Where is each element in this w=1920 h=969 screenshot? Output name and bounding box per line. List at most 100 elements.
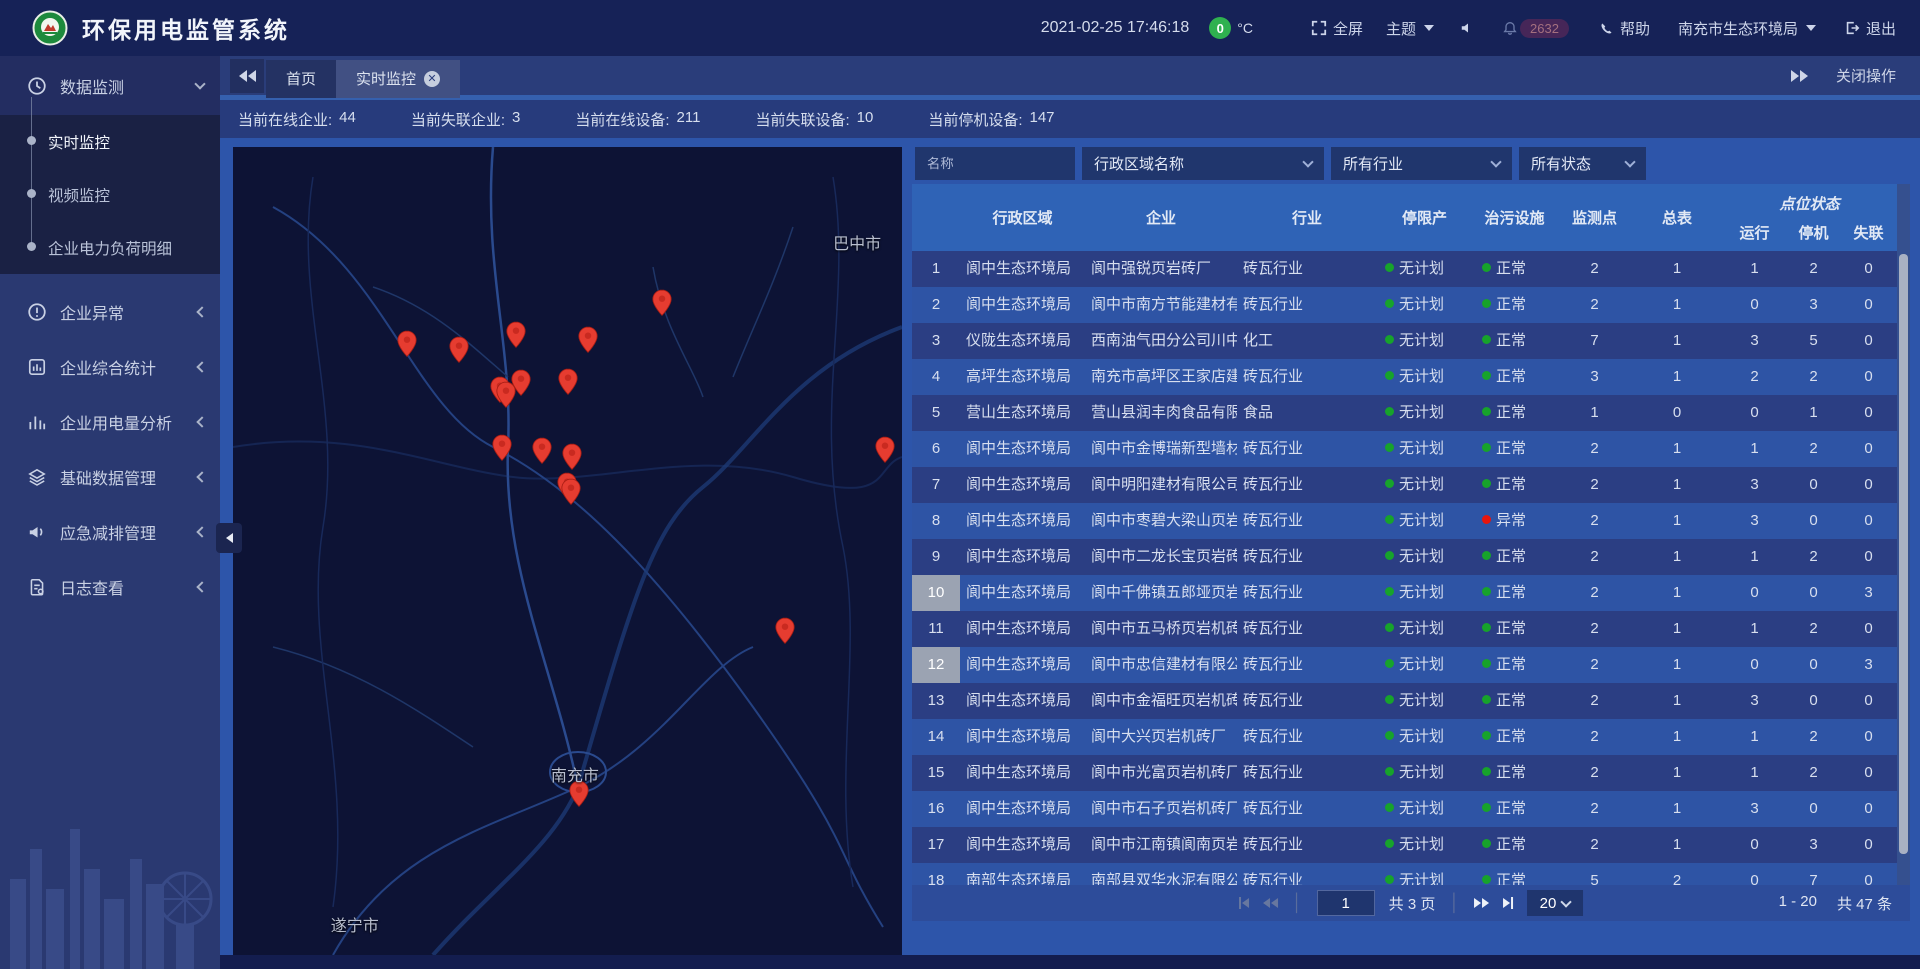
table-row[interactable]: 15 阆中生态环境局 阆中市光富页岩机砖厂 砖瓦行业 无计划 正常 2 1 1 …	[912, 755, 1897, 791]
cell-industry: 砖瓦行业	[1237, 683, 1377, 719]
layers-icon	[27, 467, 47, 487]
sidebar-item-data-monitor[interactable]: 数据监测	[0, 56, 220, 115]
map-pin[interactable]	[491, 434, 513, 462]
cell-lost-count: 3	[1840, 647, 1897, 683]
table-row[interactable]: 18 南部生态环境局 南部县双华水泥有限公 砖瓦行业 无计划 正常 5 2 0 …	[912, 863, 1897, 885]
table-row[interactable]: 11 阆中生态环境局 阆中市五马桥页岩机砖 砖瓦行业 无计划 正常 2 1 1 …	[912, 611, 1897, 647]
table-row[interactable]: 2 阆中生态环境局 阆中市南方节能建材有 砖瓦行业 无计划 正常 2 1 0 3…	[912, 287, 1897, 323]
bar-chart-icon	[27, 412, 47, 432]
cell-meter-count: 1	[1632, 431, 1722, 467]
table-row[interactable]: 17 阆中生态环境局 阆中市江南镇阆南页岩 砖瓦行业 无计划 正常 2 1 0 …	[912, 827, 1897, 863]
cell-facility-status: 正常	[1472, 395, 1557, 431]
table-row[interactable]: 3 仪陇生态环境局 西南油气田分公司川中 化工 无计划 正常 7 1 3 5 0	[912, 323, 1897, 359]
map-pin[interactable]	[557, 368, 579, 396]
table-row[interactable]: 16 阆中生态环境局 阆中市石子页岩机砖厂 砖瓦行业 无计划 正常 2 1 3 …	[912, 791, 1897, 827]
sidebar-item-video-monitor[interactable]: 视频监控	[0, 168, 220, 221]
cell-monitor-count: 2	[1557, 575, 1632, 611]
stat-value: 147	[1030, 109, 1055, 130]
cell-company: 阆中市忠信建材有限公	[1085, 647, 1237, 683]
sidebar-item-base-data[interactable]: 基础数据管理	[0, 449, 220, 504]
cell-company: 阆中市五马桥页岩机砖	[1085, 611, 1237, 647]
map-collapse-button[interactable]	[216, 523, 242, 553]
sidebar-item-power-analysis[interactable]: 企业用电量分析	[0, 394, 220, 449]
cell-facility-status: 正常	[1472, 791, 1557, 827]
notifications[interactable]: 2632	[1502, 19, 1569, 38]
cell-industry: 砖瓦行业	[1237, 539, 1377, 575]
cell-monitor-count: 7	[1557, 323, 1632, 359]
row-index: 1	[912, 251, 960, 287]
sidebar-item-power-load-detail[interactable]: 企业电力负荷明细	[0, 221, 220, 274]
theme-dropdown[interactable]: 主题	[1386, 18, 1434, 39]
help-button[interactable]: 帮助	[1599, 18, 1650, 39]
sidebar-item-enterprise-abnormal[interactable]: 企业异常	[0, 284, 220, 339]
table-row[interactable]: 13 阆中生态环境局 阆中市金福旺页岩机砖 砖瓦行业 无计划 正常 2 1 3 …	[912, 683, 1897, 719]
stat-item: 当前在线企业:44	[238, 109, 356, 130]
prev-page-icon	[1271, 898, 1278, 908]
map-pin[interactable]	[561, 443, 583, 471]
close-icon[interactable]: ✕	[424, 71, 440, 87]
cell-region: 阆中生态环境局	[960, 719, 1085, 755]
map-pin[interactable]	[510, 369, 532, 397]
prev-page-button[interactable]	[1263, 898, 1278, 908]
cell-company: 阆中市南方节能建材有	[1085, 287, 1237, 323]
row-index: 17	[912, 827, 960, 863]
map-canvas[interactable]: 巴中市南充市遂宁市	[233, 147, 902, 955]
logout-button[interactable]: 退出	[1844, 18, 1896, 39]
name-filter-input[interactable]	[915, 147, 1075, 180]
temperature-badge: 0	[1209, 17, 1231, 39]
col-header-index	[912, 184, 960, 251]
close-operations-button[interactable]: 关闭操作	[1836, 65, 1896, 86]
map-pin[interactable]	[560, 478, 582, 506]
next-page-button[interactable]	[1474, 898, 1489, 908]
cell-monitor-count: 2	[1557, 467, 1632, 503]
map-pin[interactable]	[505, 321, 527, 349]
industry-filter-select[interactable]: 所有行业	[1331, 147, 1512, 180]
first-page-button[interactable]	[1239, 897, 1249, 909]
map-pin[interactable]	[774, 617, 796, 645]
table-row[interactable]: 8 阆中生态环境局 阆中市枣碧大梁山页岩 砖瓦行业 无计划 异常 2 1 3 0…	[912, 503, 1897, 539]
stat-item: 当前失联设备:10	[755, 109, 873, 130]
table-row[interactable]: 1 阆中生态环境局 阆中强锐页岩砖厂 砖瓦行业 无计划 正常 2 1 1 2 0	[912, 251, 1897, 287]
table-scrollbar[interactable]	[1897, 184, 1910, 885]
map-pin[interactable]	[531, 437, 553, 465]
tab-realtime-monitor[interactable]: 实时监控✕	[336, 60, 460, 98]
map-pin[interactable]	[577, 326, 599, 354]
table-row[interactable]: 4 高坪生态环境局 南充市高坪区王家店建 砖瓦行业 无计划 正常 3 1 2 2…	[912, 359, 1897, 395]
map-pin[interactable]	[396, 330, 418, 358]
region-filter-select[interactable]: 行政区域名称	[1082, 147, 1324, 180]
cell-stop-status: 无计划	[1377, 755, 1472, 791]
cell-industry: 砖瓦行业	[1237, 431, 1377, 467]
cell-run-count: 3	[1722, 791, 1787, 827]
cell-run-count: 0	[1722, 863, 1787, 885]
sidebar-item-realtime-monitor[interactable]: 实时监控	[0, 115, 220, 168]
table-row[interactable]: 14 阆中生态环境局 阆中大兴页岩机砖厂 砖瓦行业 无计划 正常 2 1 1 2…	[912, 719, 1897, 755]
page-size-select[interactable]: 20	[1527, 890, 1583, 916]
page-input[interactable]	[1317, 890, 1375, 916]
fullscreen-button[interactable]: 全屏	[1311, 18, 1363, 39]
map-pin[interactable]	[448, 336, 470, 364]
sidebar-item-enterprise-statistics[interactable]: 企业综合统计	[0, 339, 220, 394]
chevron-down-icon	[1561, 896, 1572, 907]
tab-home[interactable]: 首页	[266, 60, 336, 98]
last-page-button[interactable]	[1503, 897, 1513, 909]
table-row[interactable]: 12 阆中生态环境局 阆中市忠信建材有限公 砖瓦行业 无计划 正常 2 1 0 …	[912, 647, 1897, 683]
tabs-scroll-right-button[interactable]	[1791, 70, 1808, 82]
tabs-scroll-left-button[interactable]	[230, 59, 264, 93]
table-row[interactable]: 7 阆中生态环境局 阆中明阳建材有限公司 砖瓦行业 无计划 正常 2 1 3 0…	[912, 467, 1897, 503]
table-row[interactable]: 6 阆中生态环境局 阆中市金博瑞新型墙材 砖瓦行业 无计划 正常 2 1 1 2…	[912, 431, 1897, 467]
scrollbar-thumb[interactable]	[1899, 254, 1908, 854]
status-dot	[1385, 263, 1394, 272]
mute-button[interactable]	[1460, 20, 1476, 36]
content-area: 巴中市南充市遂宁市 行政区域名称 所有行业 所有状态	[220, 143, 1920, 969]
status-filter-select[interactable]: 所有状态	[1519, 147, 1646, 180]
row-index: 13	[912, 683, 960, 719]
sidebar-item-log-view[interactable]: 日志查看	[0, 559, 220, 614]
user-dropdown[interactable]: 南充市生态环境局	[1678, 18, 1816, 39]
sidebar-item-emergency-reduction[interactable]: 应急减排管理	[0, 504, 220, 559]
map-pin[interactable]	[651, 289, 673, 317]
table-row[interactable]: 9 阆中生态环境局 阆中市二龙长宝页岩砖 砖瓦行业 无计划 正常 2 1 1 2…	[912, 539, 1897, 575]
table-row[interactable]: 10 阆中生态环境局 阆中千佛镇五郎垭页岩 砖瓦行业 无计划 正常 2 1 0 …	[912, 575, 1897, 611]
cell-stopped-count: 1	[1787, 395, 1840, 431]
table-row[interactable]: 5 营山生态环境局 营山县润丰肉食品有限 食品 无计划 正常 1 0 0 1 0	[912, 395, 1897, 431]
map-pin[interactable]	[874, 436, 896, 464]
